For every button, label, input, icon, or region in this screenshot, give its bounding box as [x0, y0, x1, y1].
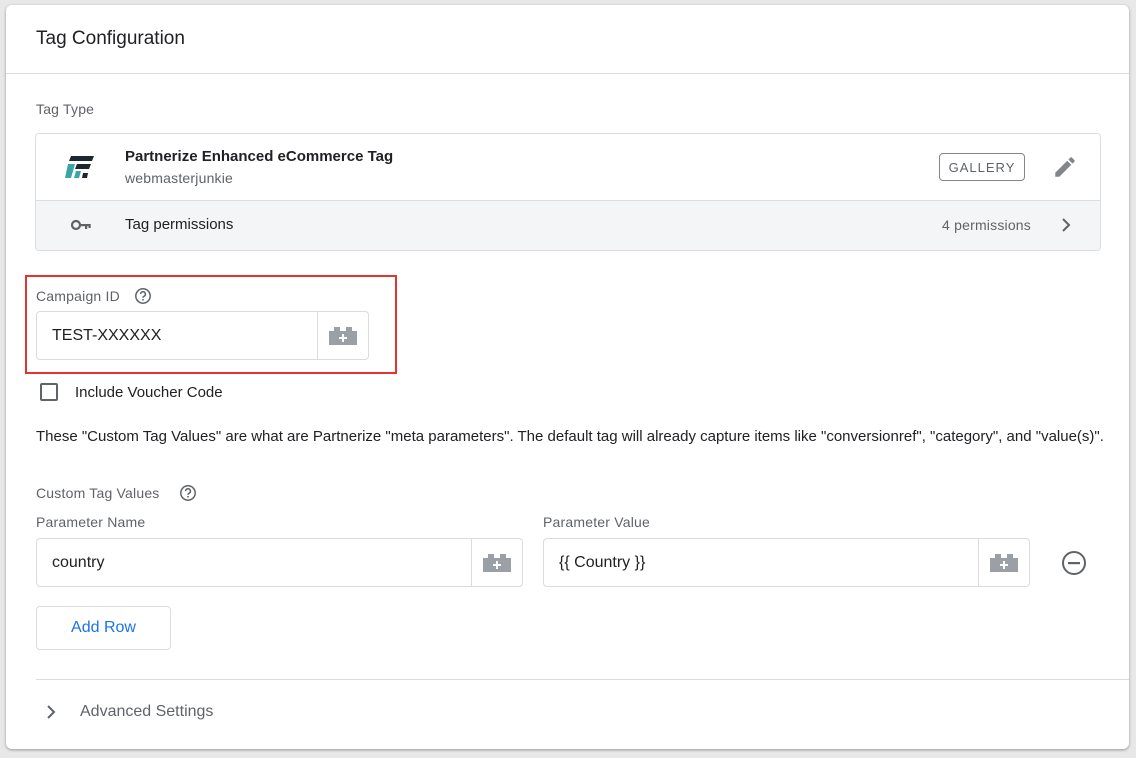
tag-type-box: Partnerize Enhanced eCommerce Tag webmas… — [35, 133, 1101, 251]
remove-row-icon[interactable] — [1061, 550, 1087, 576]
parameter-name-field[interactable]: country — [36, 538, 523, 587]
chevron-right-icon[interactable] — [1056, 215, 1076, 235]
add-row-button[interactable]: Add Row — [36, 606, 171, 650]
key-icon — [70, 219, 91, 231]
gallery-button[interactable]: GALLERY — [939, 153, 1025, 181]
tag-type-row[interactable]: Partnerize Enhanced eCommerce Tag webmas… — [36, 134, 1100, 200]
chevron-right-icon[interactable] — [41, 702, 61, 722]
help-icon[interactable] — [134, 287, 152, 305]
tag-permissions-count: 4 permissions — [942, 217, 1031, 233]
campaign-id-label: Campaign ID — [36, 288, 120, 304]
parameter-value-header: Parameter Value — [543, 514, 651, 530]
parameter-value-field[interactable]: {{ Country }} — [543, 538, 1030, 587]
variable-picker-button[interactable] — [978, 539, 1029, 586]
help-icon[interactable] — [179, 484, 197, 502]
tag-permissions-label: Tag permissions — [125, 216, 234, 233]
campaign-id-input[interactable]: TEST-XXXXXX — [37, 312, 317, 359]
tag-configuration-card: Tag Configuration Tag Type Partnerize En… — [6, 5, 1129, 749]
voucher-checkbox[interactable] — [40, 383, 58, 401]
variable-brick-icon — [483, 553, 511, 572]
campaign-id-field[interactable]: TEST-XXXXXX — [36, 311, 369, 360]
tag-type-name: Partnerize Enhanced eCommerce Tag — [125, 148, 394, 165]
parameter-value-input[interactable]: {{ Country }} — [544, 539, 978, 586]
tag-permissions-row[interactable]: Tag permissions 4 permissions — [36, 200, 1100, 250]
custom-tag-values-label: Custom Tag Values — [36, 485, 160, 501]
variable-brick-icon — [329, 326, 357, 345]
variable-picker-button[interactable] — [317, 312, 368, 359]
variable-picker-button[interactable] — [471, 539, 522, 586]
card-title: Tag Configuration — [36, 28, 185, 49]
advanced-divider — [36, 679, 1129, 680]
partnerize-logo-icon — [65, 156, 94, 178]
parameter-name-header: Parameter Name — [36, 514, 146, 530]
pencil-icon[interactable] — [1052, 154, 1078, 180]
tag-type-vendor: webmasterjunkie — [125, 170, 234, 186]
custom-values-description: These "Custom Tag Values" are what are P… — [36, 428, 1104, 445]
tag-type-label: Tag Type — [36, 101, 95, 117]
title-divider — [6, 73, 1129, 74]
parameter-name-input[interactable]: country — [37, 539, 471, 586]
advanced-settings-toggle[interactable]: Advanced Settings — [80, 703, 213, 721]
voucher-checkbox-label[interactable]: Include Voucher Code — [75, 384, 223, 401]
variable-brick-icon — [990, 553, 1018, 572]
